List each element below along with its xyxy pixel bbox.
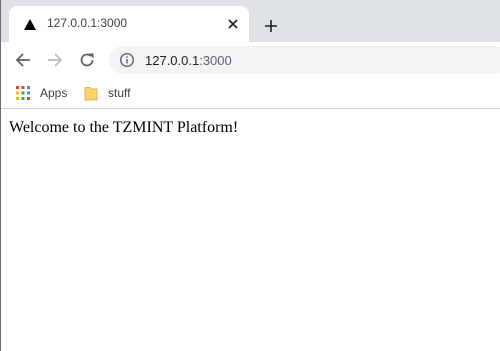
url-port: :3000 <box>199 53 232 68</box>
url-text[interactable]: 127.0.0.1:3000 <box>145 53 232 68</box>
close-icon <box>228 19 238 29</box>
forward-button[interactable] <box>44 49 66 71</box>
url-host: 127.0.0.1 <box>145 53 200 68</box>
bookmark-apps[interactable]: Apps <box>16 83 67 103</box>
active-tab[interactable]: 127.0.0.1:3000 <box>9 6 249 42</box>
info-icon[interactable] <box>119 52 135 68</box>
bookmark-label-stuff: stuff <box>108 86 131 100</box>
reload-button[interactable] <box>76 49 98 71</box>
new-tab-button[interactable] <box>261 16 281 36</box>
arrow-left-icon <box>15 53 30 67</box>
browser-window: 127.0.0.1:3000 127.0.0.1:3000 Apps stuff… <box>0 0 500 351</box>
back-button[interactable] <box>12 49 34 71</box>
bookmark-label-apps: Apps <box>40 86 68 100</box>
reload-icon <box>80 53 94 67</box>
page-text: Welcome to the TZMINT Platform! <box>9 119 239 136</box>
bookmark-stuff[interactable]: stuff <box>84 83 130 103</box>
close-tab-button[interactable] <box>225 16 241 32</box>
toolbar: 127.0.0.1:3000 <box>1 42 500 78</box>
triangle-icon <box>24 19 36 30</box>
tab-strip: 127.0.0.1:3000 <box>1 0 500 42</box>
address-bar[interactable]: 127.0.0.1:3000 <box>109 46 500 74</box>
apps-grid-icon <box>16 86 30 100</box>
plus-icon <box>265 20 277 32</box>
arrow-right-icon <box>48 53 63 67</box>
folder-icon <box>84 86 98 100</box>
tab-title: 127.0.0.1:3000 <box>47 16 128 30</box>
bookmarks-bar: Apps stuff <box>1 78 500 109</box>
